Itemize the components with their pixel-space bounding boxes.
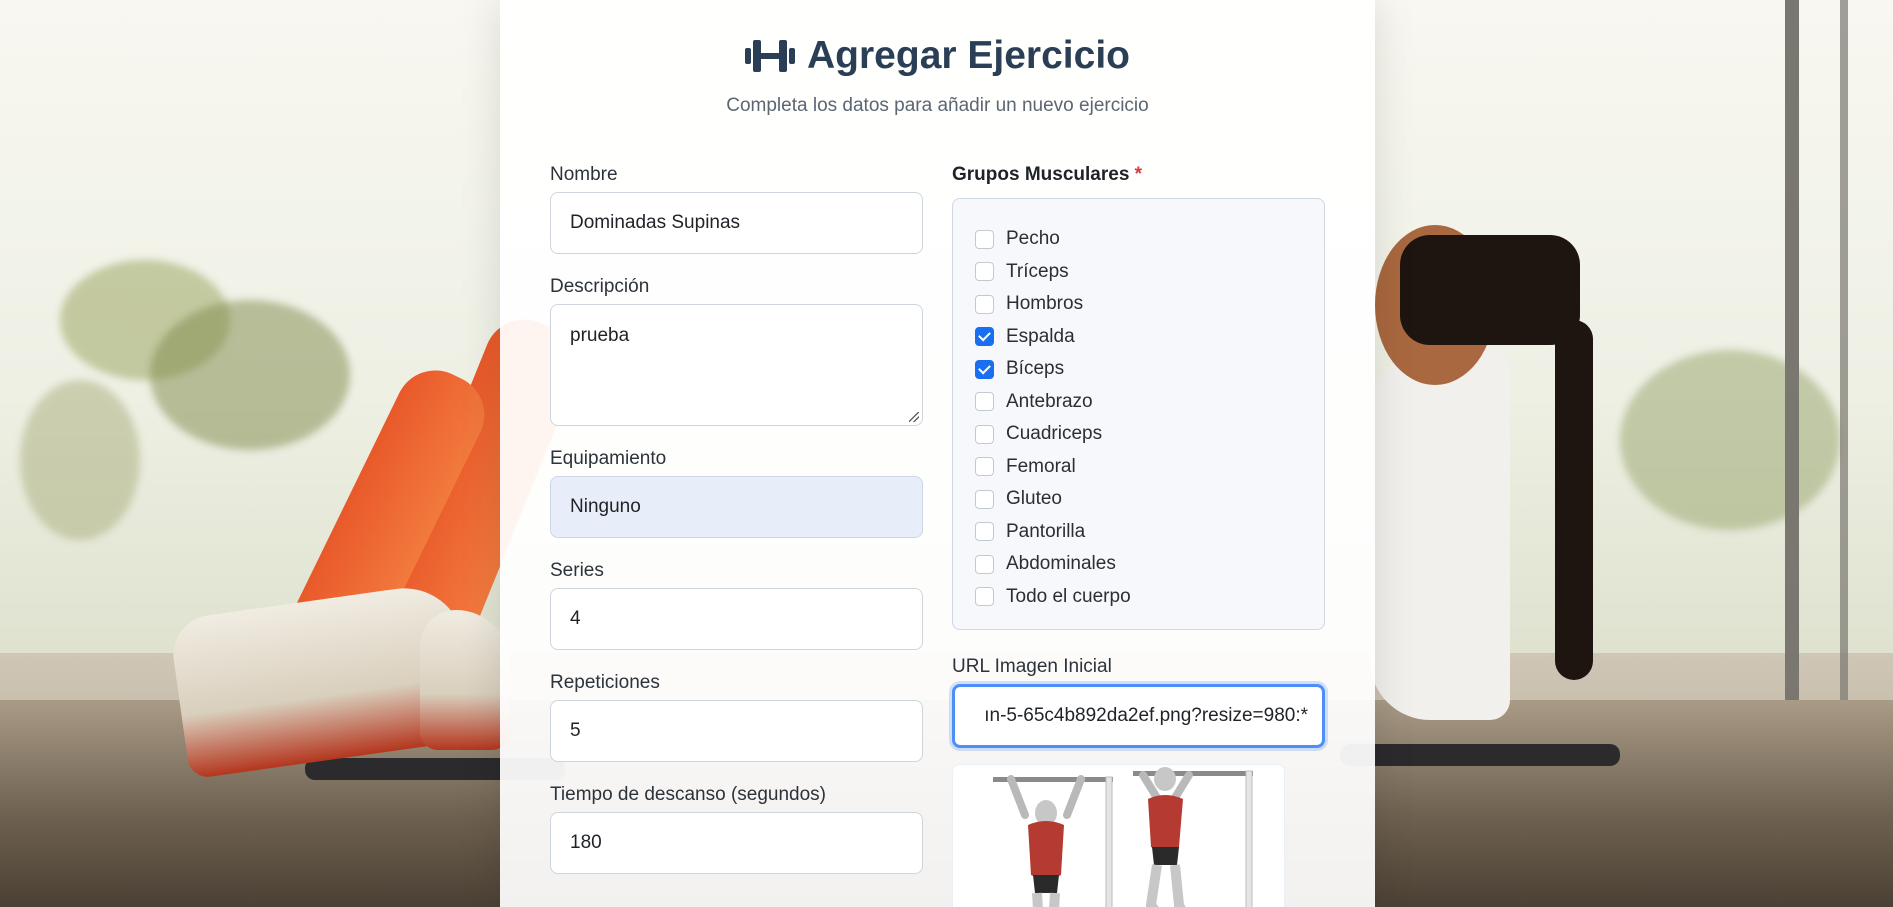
checkbox[interactable] bbox=[975, 392, 994, 412]
checkbox[interactable] bbox=[975, 262, 994, 282]
url-imagen-value: ın-5-65c4b892da2ef.png?resize=980:* bbox=[984, 705, 1308, 726]
descanso-input[interactable]: 180 bbox=[550, 812, 923, 874]
nombre-value: Dominadas Supinas bbox=[570, 212, 741, 233]
muscle-group-option[interactable]: Pantorilla bbox=[975, 516, 1324, 549]
muscle-group-label: Cuadriceps bbox=[1006, 423, 1103, 445]
url-imagen-field: URL Imagen Inicial ın-5-65c4b892da2ef.pn… bbox=[952, 656, 1325, 748]
nombre-label: Nombre bbox=[550, 164, 618, 185]
repeticiones-field: Repeticiones 5 bbox=[550, 672, 923, 762]
muscle-group-option[interactable]: Tríceps bbox=[975, 256, 1324, 289]
series-input[interactable]: 4 bbox=[550, 588, 923, 650]
muscle-group-label: Espalda bbox=[1006, 325, 1075, 347]
left-column: Nombre Dominadas Supinas Descripción pru… bbox=[550, 164, 923, 896]
nombre-field: Nombre Dominadas Supinas bbox=[550, 164, 923, 254]
muscle-group-option[interactable]: Hombros bbox=[975, 288, 1324, 321]
url-imagen-input[interactable]: ın-5-65c4b892da2ef.png?resize=980:* bbox=[952, 684, 1325, 748]
muscle-groups-label: Grupos Musculares * bbox=[952, 164, 1325, 186]
checkbox[interactable] bbox=[975, 522, 994, 542]
muscle-group-label: Gluteo bbox=[1006, 488, 1062, 510]
resize-handle-icon[interactable] bbox=[909, 412, 919, 422]
muscle-group-label: Tríceps bbox=[1006, 260, 1069, 282]
descanso-value: 180 bbox=[570, 832, 602, 853]
equipamiento-select[interactable]: Ninguno bbox=[550, 476, 923, 538]
right-column: Grupos Musculares * Pecho Tríceps Hombros E… bbox=[952, 164, 1325, 907]
equipamiento-field: Equipamiento Ninguno bbox=[550, 448, 923, 538]
checkbox[interactable] bbox=[975, 554, 994, 574]
muscle-group-option[interactable]: Cuadriceps bbox=[975, 418, 1324, 451]
descripcion-field: Descripción prueba bbox=[550, 276, 923, 426]
descripcion-textarea[interactable]: prueba bbox=[550, 304, 923, 426]
checkbox[interactable] bbox=[975, 327, 994, 347]
nombre-input[interactable]: Dominadas Supinas bbox=[550, 192, 923, 254]
muscle-group-label: Femoral bbox=[1006, 455, 1076, 477]
checkbox[interactable] bbox=[975, 489, 994, 509]
page-subtitle: Completa los datos para añadir un nuevo … bbox=[726, 95, 1149, 116]
add-exercise-card: Agregar Ejercicio Completa los datos par… bbox=[500, 0, 1375, 907]
dumbbell-icon bbox=[745, 36, 796, 76]
checkbox[interactable] bbox=[975, 294, 994, 314]
pull-up-illustration bbox=[993, 767, 1253, 907]
checkbox[interactable] bbox=[975, 359, 994, 379]
checkbox[interactable] bbox=[975, 587, 994, 607]
muscle-group-option[interactable]: Bíceps bbox=[975, 353, 1324, 386]
series-label: Series bbox=[550, 560, 604, 581]
muscle-group-option[interactable]: Antebrazo bbox=[975, 386, 1324, 419]
repeticiones-input[interactable]: 5 bbox=[550, 700, 923, 762]
page-title: Agregar Ejercicio bbox=[745, 34, 1130, 78]
url-imagen-label: URL Imagen Inicial bbox=[952, 656, 1112, 677]
required-mark: * bbox=[1134, 164, 1143, 185]
muscle-group-option[interactable]: Todo el cuerpo bbox=[975, 581, 1324, 614]
muscle-group-label: Hombros bbox=[1006, 293, 1084, 315]
muscle-group-option[interactable]: Espalda bbox=[975, 321, 1324, 354]
muscle-group-option[interactable]: Abdominales bbox=[975, 548, 1324, 581]
muscle-group-label: Pantorilla bbox=[1006, 520, 1086, 542]
muscle-group-label: Todo el cuerpo bbox=[1006, 585, 1131, 607]
muscle-group-option[interactable]: Femoral bbox=[975, 451, 1324, 484]
equipamiento-label: Equipamiento bbox=[550, 448, 667, 469]
muscle-group-label: Bíceps bbox=[1006, 358, 1065, 380]
muscle-group-option[interactable]: Pecho bbox=[975, 223, 1324, 256]
card-header: Agregar Ejercicio Completa los datos par… bbox=[500, 0, 1375, 117]
checkbox[interactable] bbox=[975, 229, 994, 249]
descripcion-label: Descripción bbox=[550, 276, 650, 297]
muscle-group-label: Abdominales bbox=[1006, 553, 1116, 575]
image-preview bbox=[952, 764, 1285, 907]
descanso-label: Tiempo de descanso (segundos) bbox=[550, 784, 827, 805]
repeticiones-label: Repeticiones bbox=[550, 672, 660, 693]
muscle-group-option[interactable]: Gluteo bbox=[975, 483, 1324, 516]
checkbox[interactable] bbox=[975, 424, 994, 444]
muscle-group-label: Pecho bbox=[1006, 228, 1060, 250]
muscle-group-label: Antebrazo bbox=[1006, 390, 1093, 412]
descripcion-value: prueba bbox=[570, 325, 630, 346]
descanso-field: Tiempo de descanso (segundos) 180 bbox=[550, 784, 923, 874]
page-title-text: Agregar Ejercicio bbox=[807, 34, 1130, 77]
checkbox[interactable] bbox=[975, 457, 994, 477]
repeticiones-value: 5 bbox=[570, 720, 581, 741]
muscle-groups-checklist: Pecho Tríceps Hombros Espalda Bíceps Antebraz… bbox=[952, 198, 1325, 630]
series-field: Series 4 bbox=[550, 560, 923, 650]
muscle-groups-label-text: Grupos Musculares bbox=[952, 164, 1130, 185]
equipamiento-value: Ninguno bbox=[570, 496, 641, 517]
series-value: 4 bbox=[570, 608, 581, 629]
